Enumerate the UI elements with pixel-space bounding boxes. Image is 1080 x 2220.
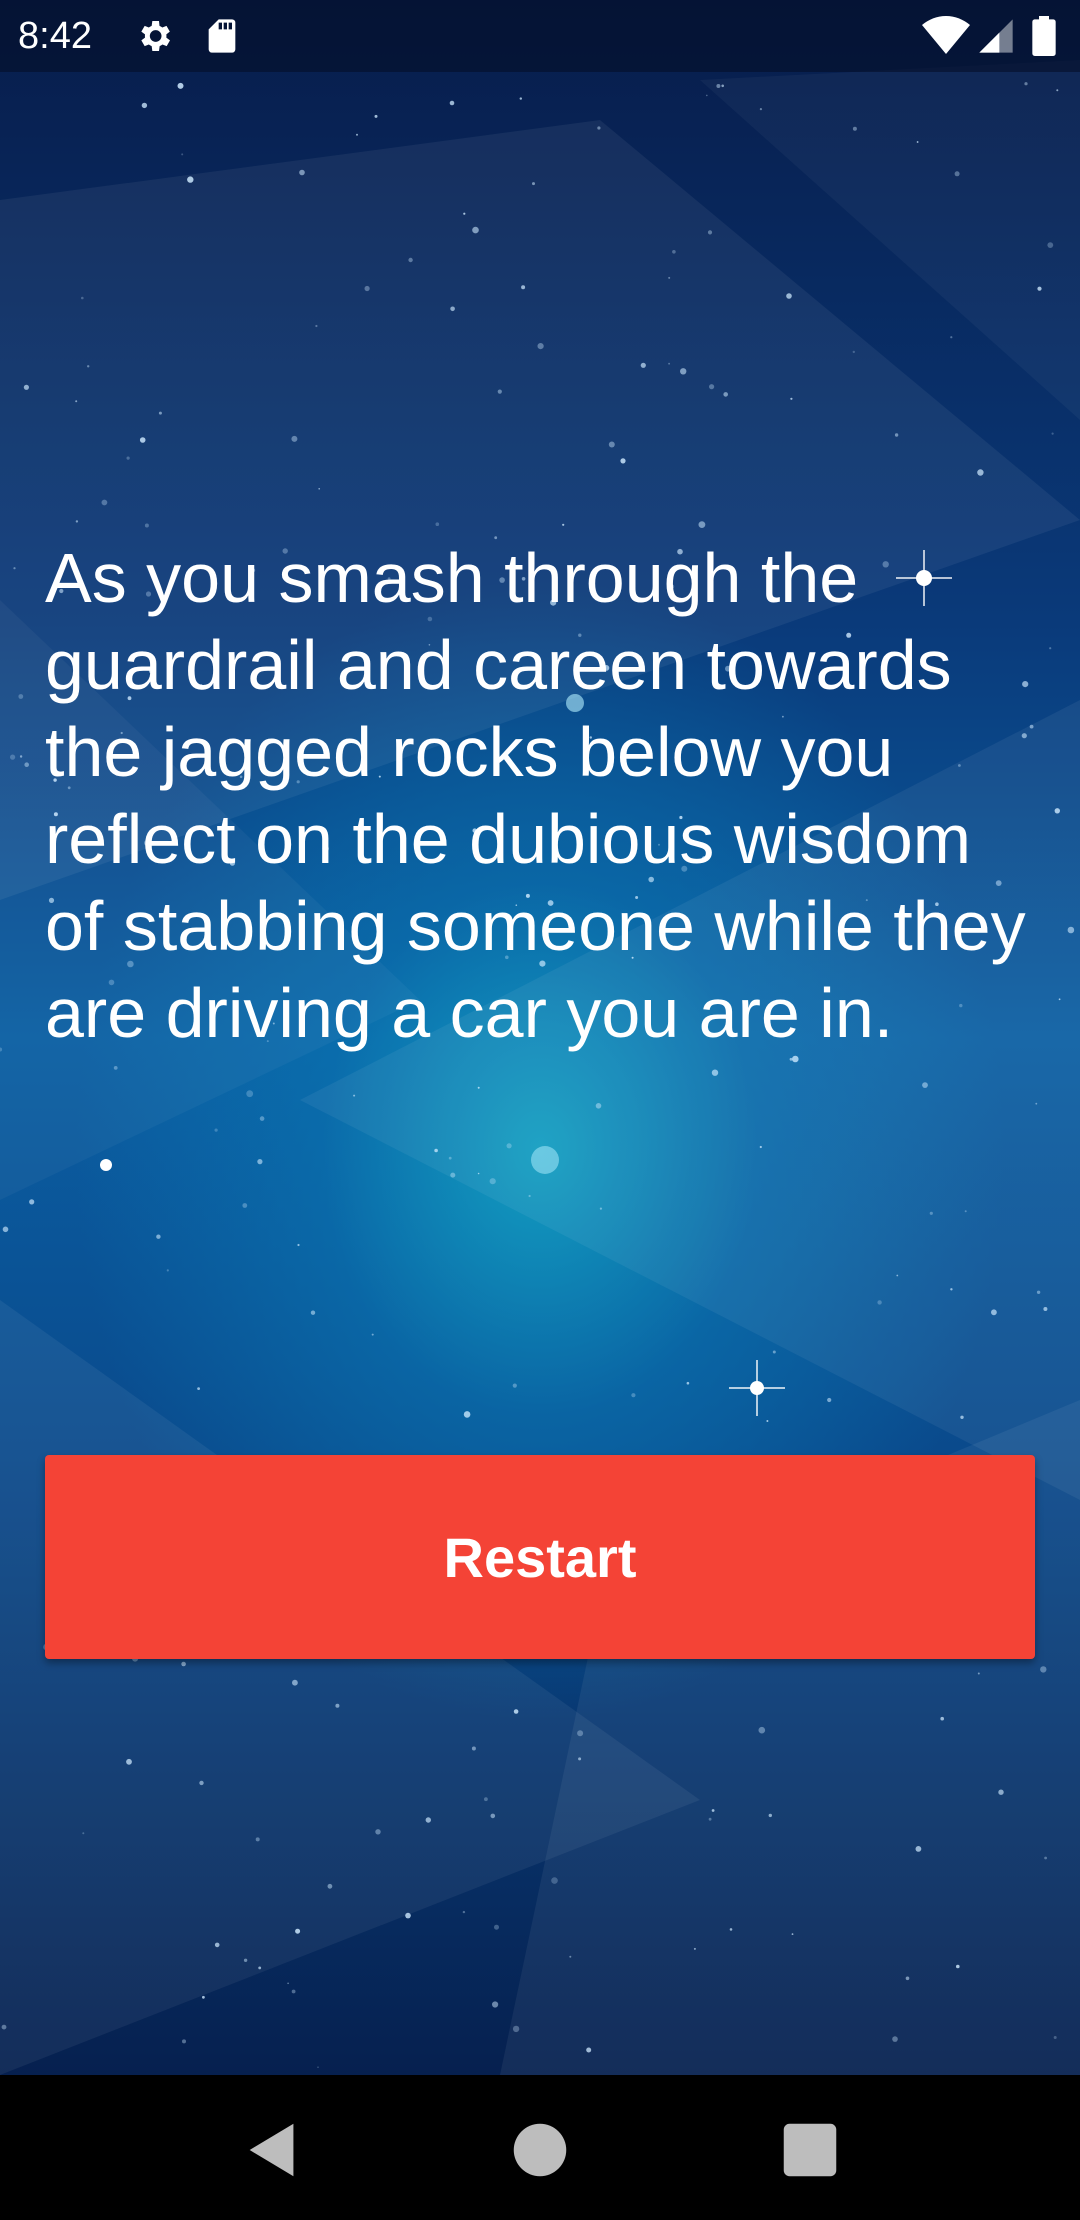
navigation-bar	[0, 2075, 1080, 2220]
home-icon[interactable]	[505, 2115, 575, 2185]
status-bar: 8:42	[0, 0, 1080, 72]
screen: 8:42 As you smash through the guardrail …	[0, 0, 1080, 2220]
gear-icon	[141, 21, 170, 51]
story-text: As you smash through the guardrail and c…	[45, 539, 1026, 1052]
wifi-icon	[922, 16, 970, 54]
restart-button[interactable]: Restart	[45, 1455, 1035, 1659]
back-icon[interactable]	[238, 2115, 308, 2185]
recents-icon[interactable]	[775, 2115, 845, 2185]
battery-icon	[1032, 16, 1056, 56]
signal-icon	[979, 19, 1013, 53]
status-time: 8:42	[18, 15, 92, 57]
sdcard-icon	[208, 19, 236, 53]
